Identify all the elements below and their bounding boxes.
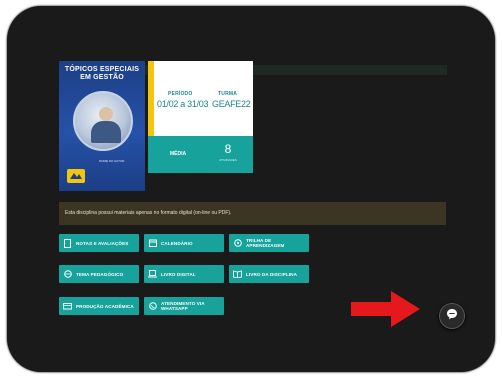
atendimento-whatsapp-button[interactable]: ATENDIMENTO VIA WHATSAPP <box>144 297 224 315</box>
calendario-button[interactable]: CALENDÁRIO <box>144 234 224 252</box>
pointer-arrow-icon <box>351 291 420 327</box>
trilha-aprendizagem-button[interactable]: TRILHA DE APRENDIZAGEM <box>229 234 309 252</box>
cover-title-line2: EM GESTÃO <box>80 74 124 81</box>
button-label: TRILHA DE APRENDIZAGEM <box>246 238 285 248</box>
chat-button[interactable] <box>439 303 465 329</box>
button-label: ATENDIMENTO VIA WHATSAPP <box>161 301 205 311</box>
info-bottom-band: MÉDIA 8 ATIVIDADES <box>148 136 253 173</box>
cover-title-line1: TÓPICOS ESPECIAIS <box>64 66 140 73</box>
cover-title: TÓPICOS ESPECIAIS EM GESTÃO <box>59 66 145 82</box>
laptop-icon <box>148 270 157 279</box>
chat-bubble-icon <box>446 307 458 325</box>
globe-icon <box>63 270 72 279</box>
cap-icon <box>63 302 72 311</box>
cover-person-head <box>99 107 113 121</box>
whatsapp-icon <box>148 302 157 311</box>
button-label: LIVRO DIGITAL <box>161 271 196 277</box>
button-label: NOTAS E AVALIAÇÕES <box>76 240 129 246</box>
notice-text: Esta disciplina possui materiais apenas … <box>65 210 232 216</box>
livro-digital-button[interactable]: LIVRO DIGITAL <box>144 265 224 283</box>
device-frame: TÓPICOS ESPECIAIS EM GESTÃO NOME DO AUTO… <box>7 6 495 372</box>
producao-academica-button[interactable]: PRODUÇÃO ACADÊMICA <box>59 297 139 315</box>
book-icon <box>233 270 242 279</box>
button-label: LIVRO DA DISCIPLINA <box>246 271 297 277</box>
turma-value: GEAFE22 <box>212 99 251 109</box>
button-label: CALENDÁRIO <box>161 240 193 246</box>
button-label: PRODUÇÃO ACADÊMICA <box>76 303 134 309</box>
calendar-icon <box>148 239 157 248</box>
media-label: MÉDIA <box>170 151 187 157</box>
turma-label: TURMA <box>218 91 238 97</box>
cover-photo <box>73 91 133 151</box>
button-label: TEMA PEDAGÓGICO <box>76 271 124 277</box>
path-icon <box>233 239 242 248</box>
notas-avaliacoes-button[interactable]: NOTAS E AVALIAÇÕES <box>59 234 139 252</box>
course-cover: TÓPICOS ESPECIAIS EM GESTÃO NOME DO AUTO… <box>59 61 145 191</box>
publisher-logo <box>67 169 85 183</box>
periodo-label: PERÍODO <box>168 91 193 97</box>
activities-label: ATIVIDADES <box>219 158 237 162</box>
course-info-card: PERÍODO 01/02 a 31/03 TURMA GEAFE22 MÉDI… <box>148 61 253 173</box>
digital-material-notice: Esta disciplina possui materiais apenas … <box>59 202 446 225</box>
periodo-value: 01/02 a 31/03 <box>157 99 209 109</box>
livro-disciplina-button[interactable]: LIVRO DA DISCIPLINA <box>229 265 309 283</box>
cover-caption: NOME DO AUTOR <box>99 159 125 163</box>
cover-person-body <box>91 121 121 143</box>
tema-pedagogico-button[interactable]: TEMA PEDAGÓGICO <box>59 265 139 283</box>
activities-count: 8 <box>224 142 232 156</box>
document-icon <box>63 238 72 248</box>
